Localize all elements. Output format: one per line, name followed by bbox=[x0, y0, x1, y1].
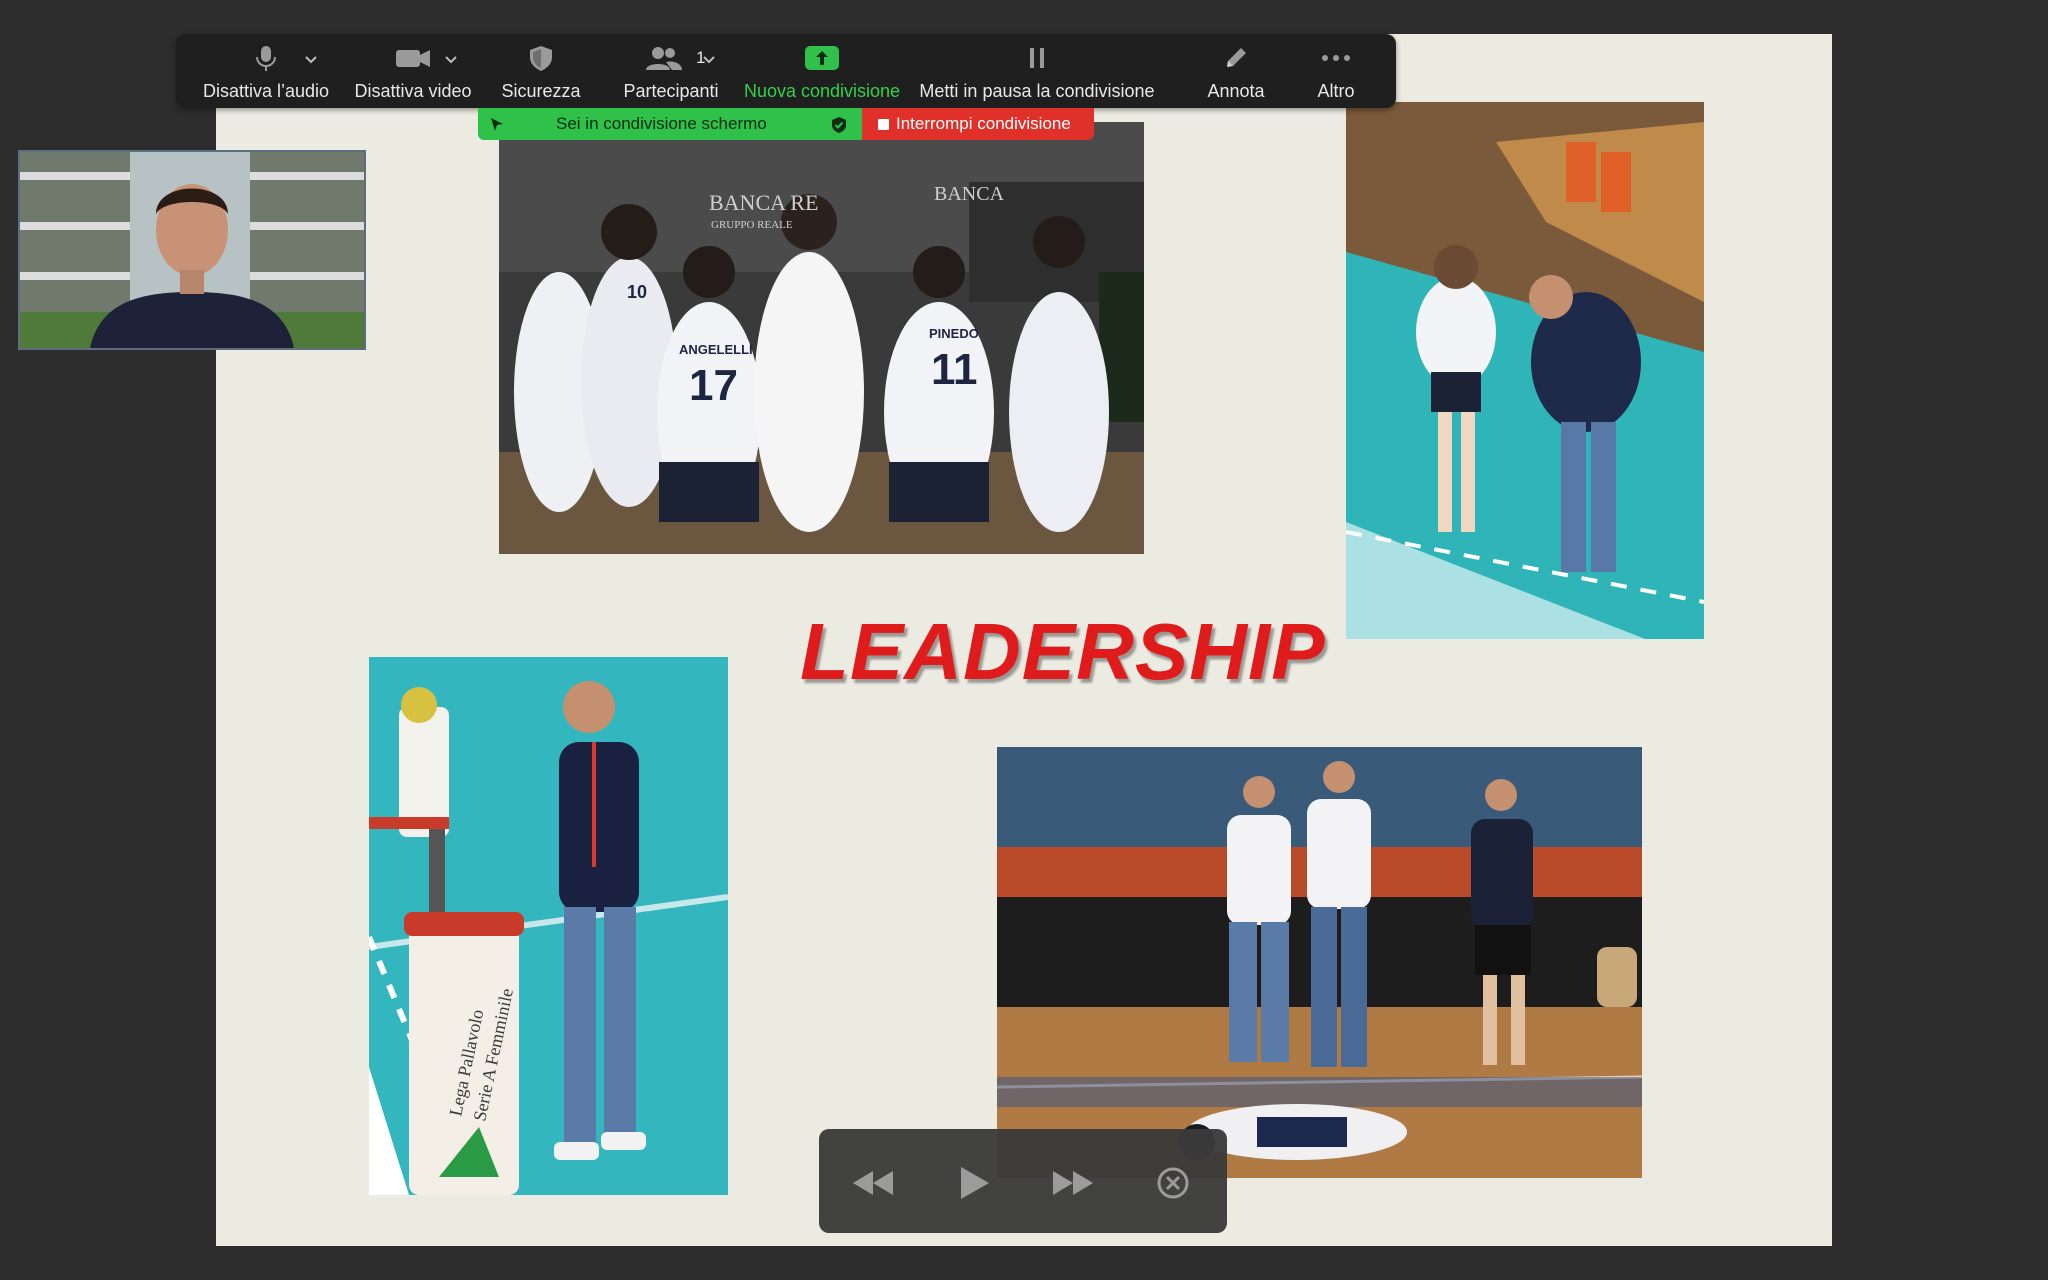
self-video-thumbnail[interactable] bbox=[18, 150, 366, 350]
stop-square-icon bbox=[878, 119, 889, 130]
share-screen-icon bbox=[805, 46, 839, 70]
participants-icon bbox=[645, 47, 682, 70]
more-button[interactable]: Altro bbox=[1286, 34, 1386, 108]
play-icon bbox=[961, 1167, 989, 1199]
video-camera-icon bbox=[396, 50, 430, 67]
jersey-number-2: 11 bbox=[931, 345, 978, 394]
fast-forward-icon bbox=[1053, 1171, 1093, 1195]
stop-video-button[interactable]: Disattiva video bbox=[338, 34, 488, 108]
rewind-button[interactable] bbox=[849, 1163, 897, 1203]
video-options-chevron-down-icon[interactable] bbox=[444, 52, 458, 66]
coach-player-court-photo bbox=[1346, 102, 1704, 639]
coach-courtside-photo: Lega Pallavolo Serie A Femminile bbox=[369, 657, 728, 1195]
pause-icon bbox=[1030, 48, 1044, 68]
team-huddle-photo: BANCA RE GRUPPO REALE BANCA ANGELELLI 17… bbox=[499, 122, 1144, 554]
jersey-name-1: ANGELELLI bbox=[679, 342, 753, 357]
banner-text: BANCA RE bbox=[709, 190, 818, 215]
mute-audio-button[interactable]: Disattiva l’audio bbox=[186, 34, 346, 108]
new-share-label: Nuova condivisione bbox=[743, 81, 901, 101]
drag-handle-icon[interactable] bbox=[488, 115, 506, 133]
shield-check-icon bbox=[832, 117, 846, 133]
meeting-toolbar: Disattiva l’audio Disattiva video Sicure… bbox=[176, 34, 1396, 108]
security-label: Sicurezza bbox=[501, 81, 581, 101]
fast-forward-button[interactable] bbox=[1049, 1163, 1097, 1203]
banner-text-2: BANCA bbox=[934, 183, 1005, 205]
staff-bench-photo bbox=[997, 747, 1642, 1178]
participants-button[interactable]: 1 Partecipanti bbox=[596, 34, 746, 108]
video-feed bbox=[20, 152, 364, 348]
more-label: Altro bbox=[1317, 81, 1355, 101]
pause-share-label: Metti in pausa la condivisione bbox=[919, 81, 1155, 101]
slide-title: LEADERSHIP bbox=[800, 607, 1326, 696]
participants-label: Partecipanti bbox=[623, 81, 719, 101]
rewind-icon bbox=[853, 1171, 893, 1195]
new-share-button[interactable]: Nuova condivisione bbox=[732, 34, 912, 108]
more-dots-icon bbox=[1322, 55, 1350, 61]
play-button[interactable] bbox=[949, 1163, 997, 1203]
jersey-number-3: 10 bbox=[627, 282, 647, 302]
media-controls bbox=[819, 1129, 1227, 1233]
sharing-status-text: Sei in condivisione schermo bbox=[556, 114, 767, 133]
banner-subtext: GRUPPO REALE bbox=[711, 219, 793, 231]
sharing-status-banner[interactable]: Sei in condivisione schermo bbox=[478, 108, 862, 140]
pause-share-button[interactable]: Metti in pausa la condivisione bbox=[912, 34, 1162, 108]
audio-options-chevron-down-icon[interactable] bbox=[304, 52, 318, 66]
security-button[interactable]: Sicurezza bbox=[476, 34, 606, 108]
jersey-number-1: 17 bbox=[689, 361, 738, 410]
close-icon bbox=[1157, 1167, 1189, 1199]
stop-share-label: Interrompi condivisione bbox=[896, 114, 1071, 133]
shared-slide: BANCA RE GRUPPO REALE BANCA ANGELELLI 17… bbox=[216, 34, 1832, 1246]
mute-audio-label: Disattiva l’audio bbox=[202, 81, 330, 101]
shield-icon bbox=[530, 46, 552, 71]
stop-share-button[interactable]: Interrompi condivisione bbox=[862, 108, 1094, 140]
close-slideshow-button[interactable] bbox=[1149, 1163, 1197, 1203]
stop-video-label: Disattiva video bbox=[354, 81, 472, 101]
participants-options-chevron-down-icon[interactable] bbox=[702, 52, 716, 66]
jersey-name-2: PINEDO bbox=[929, 326, 979, 341]
microphone-icon bbox=[256, 46, 276, 71]
pencil-icon bbox=[1227, 48, 1246, 67]
annotate-button[interactable]: Annota bbox=[1176, 34, 1296, 108]
annotate-label: Annota bbox=[1207, 81, 1265, 101]
